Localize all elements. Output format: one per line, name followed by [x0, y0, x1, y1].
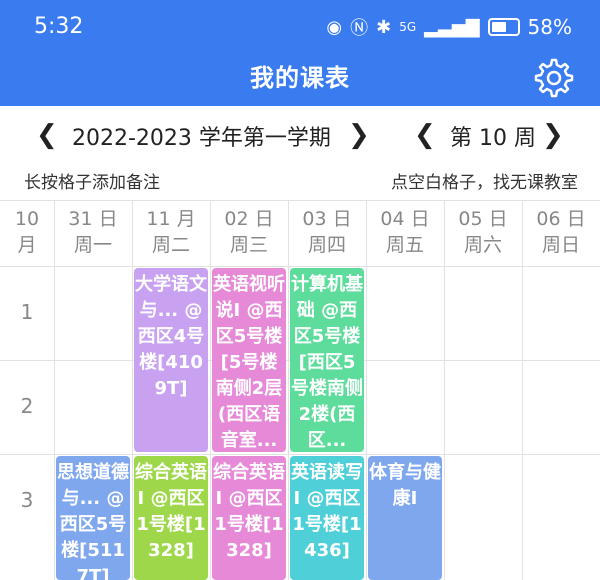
day-header: 02 日 周三 [210, 206, 288, 258]
battery-icon [487, 18, 520, 36]
status-icons: ◉ Ⓝ ✱ 5G ▂▃▅▇ 58% [326, 14, 572, 40]
course-cell[interactable]: 思想道德与... @西区5号楼[5117T] [56, 456, 130, 580]
day-weekday: 周二 [151, 234, 190, 256]
period-number: 3 [20, 488, 34, 512]
semester-label[interactable]: 2022-2023 学年第一学期 [72, 120, 331, 152]
day-weekday: 周四 [307, 234, 346, 256]
status-time: 5:32 [34, 14, 84, 39]
month-number: 10 [14, 208, 40, 230]
day-date: 05 日 [458, 208, 508, 230]
app-header: 5:32 ◉ Ⓝ ✱ 5G ▂▃▅▇ 58% 我的课表 [0, 0, 600, 106]
day-header: 31 日 周一 [54, 206, 132, 258]
prev-week-chevron-icon[interactable]: ❮ [414, 120, 436, 150]
day-date: 06 日 [536, 208, 586, 230]
eye-icon: ◉ [326, 16, 343, 38]
day-date: 03 日 [302, 208, 352, 230]
term-week-selector: ❮ 2022-2023 学年第一学期 ❯ ❮ 第 10 周 ❯ [0, 106, 600, 162]
next-week-chevron-icon[interactable]: ❯ [542, 120, 564, 150]
timetable-grid: 10 月 31 日 周一 11 月 周二 02 日 周三 03 日 周四 04 … [0, 200, 600, 580]
status-bar: 5:32 ◉ Ⓝ ✱ 5G ▂▃▅▇ 58% [0, 0, 600, 52]
month-unit: 月 [17, 234, 37, 256]
nfc-icon: Ⓝ [350, 18, 369, 39]
signal-icon: ▂▃▅▇ [424, 16, 480, 38]
course-cell[interactable]: 计算机基础 @西区5号楼[西区5号楼南侧2楼(西区... [290, 268, 364, 452]
period-number: 2 [20, 394, 34, 418]
long-press-hint: 长按格子添加备注 [24, 173, 160, 193]
day-weekday: 周日 [541, 234, 580, 256]
day-date: 02 日 [224, 208, 274, 230]
week-label[interactable]: 第 10 周 [450, 120, 536, 152]
day-header: 04 日 周五 [366, 206, 444, 258]
course-cell[interactable]: 体育与健康I [368, 456, 442, 580]
day-date: 04 日 [380, 208, 430, 230]
settings-gear-icon[interactable] [532, 56, 576, 100]
day-header: 11 月 周二 [132, 206, 210, 258]
empty-cell-hint: 点空白格子，找无课教室 [391, 173, 578, 193]
month-header: 10 月 [0, 206, 54, 258]
day-date: 31 日 [68, 208, 118, 230]
day-weekday: 周一 [73, 234, 112, 256]
day-weekday: 周三 [229, 234, 268, 256]
course-cell[interactable]: 大学语文与... @西区4号楼[4109T] [134, 268, 208, 452]
bluetooth-icon: ✱ [376, 16, 392, 38]
day-weekday: 周五 [385, 234, 424, 256]
day-weekday: 周六 [463, 234, 502, 256]
day-header: 05 日 周六 [444, 206, 522, 258]
period-number: 1 [20, 300, 34, 324]
course-cell[interactable]: 英语读写I @西区1号楼[1436] [290, 456, 364, 580]
next-semester-chevron-icon[interactable]: ❯ [348, 120, 370, 150]
course-cell[interactable]: 综合英语I @西区1号楼[1328] [134, 456, 208, 580]
course-cell[interactable]: 综合英语I @西区1号楼[1328] [212, 456, 286, 580]
battery-percent: 58% [527, 15, 572, 39]
network-label: 5G [399, 20, 417, 34]
page-title: 我的课表 [250, 64, 350, 92]
prev-semester-chevron-icon[interactable]: ❮ [36, 120, 58, 150]
course-cell[interactable]: 英语视听说I @西区5号楼[5号楼南侧2层(西区语音室... [212, 268, 286, 452]
day-header: 03 日 周四 [288, 206, 366, 258]
day-date: 11 月 [146, 208, 196, 230]
day-header: 06 日 周日 [522, 206, 600, 258]
